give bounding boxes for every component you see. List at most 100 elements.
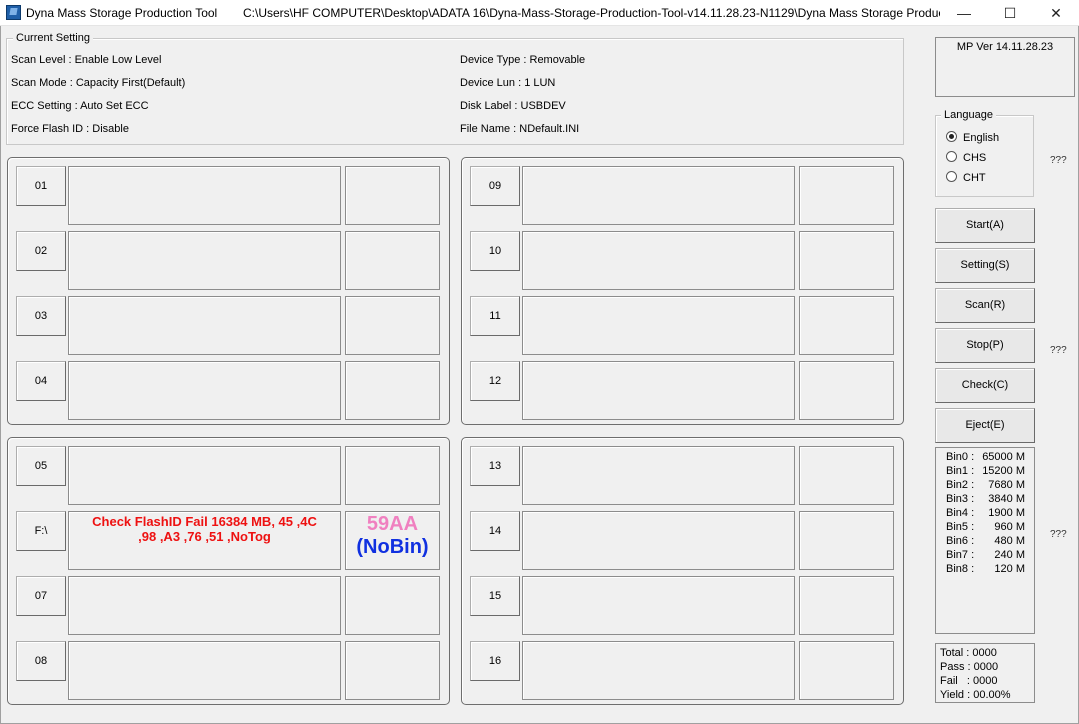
bin3-value: 3840 M bbox=[988, 493, 1025, 505]
slot-04-button[interactable]: 04 bbox=[16, 361, 66, 401]
slot-10-info bbox=[799, 231, 894, 290]
slot-05-info bbox=[345, 446, 440, 505]
slot-10-status bbox=[522, 231, 795, 290]
radio-icon[interactable] bbox=[946, 151, 957, 162]
lang-chs-label: CHS bbox=[963, 152, 987, 164]
slot-02-status bbox=[68, 231, 341, 290]
unknown-label-2: ??? bbox=[1050, 345, 1067, 356]
slot-03-info bbox=[345, 296, 440, 355]
bin3-label: Bin3 : bbox=[946, 493, 975, 505]
slot-14-status bbox=[522, 511, 795, 570]
slot-15-button[interactable]: 15 bbox=[470, 576, 520, 616]
bin0-label: Bin0 : bbox=[946, 451, 975, 463]
stop-button[interactable]: Stop(P) bbox=[935, 328, 1035, 363]
scan-level: Scan Level : Enable Low Level bbox=[11, 54, 162, 66]
lang-cht-label: CHT bbox=[963, 172, 986, 184]
force-flash-id: Force Flash ID : Disable bbox=[11, 123, 129, 135]
slot-06-error-text: Check FlashID Fail 16384 MB, 45 ,4C ,98 … bbox=[69, 512, 340, 544]
slot-16-button[interactable]: 16 bbox=[470, 641, 520, 681]
slot-09-button[interactable]: 09 bbox=[470, 166, 520, 206]
bin8-label: Bin8 : bbox=[946, 563, 975, 575]
slot-10-button[interactable]: 10 bbox=[470, 231, 520, 271]
stats-box: Total : 0000 Pass : 0000 Fail : 0000 Yie… bbox=[935, 643, 1035, 703]
app-icon bbox=[6, 5, 21, 20]
current-setting-title: Current Setting bbox=[13, 32, 93, 44]
slot-01-info bbox=[345, 166, 440, 225]
slot-16-status bbox=[522, 641, 795, 700]
check-button[interactable]: Check(C) bbox=[935, 368, 1035, 403]
stat-total: Total : 0000 bbox=[940, 647, 997, 659]
scan-button[interactable]: Scan(R) bbox=[935, 288, 1035, 323]
slot-14-info bbox=[799, 511, 894, 570]
slot-12-info bbox=[799, 361, 894, 420]
slot-08-button[interactable]: 08 bbox=[16, 641, 66, 681]
maximize-button[interactable]: ☐ bbox=[987, 0, 1033, 26]
slot-15-status bbox=[522, 576, 795, 635]
slot-03-status bbox=[68, 296, 341, 355]
disk-label: Disk Label : USBDEV bbox=[460, 100, 566, 112]
lang-chs-option[interactable]: CHS bbox=[946, 151, 986, 164]
lang-cht-option[interactable]: CHT bbox=[946, 171, 986, 184]
radio-selected-icon[interactable] bbox=[946, 131, 957, 142]
bin4-value: 1900 M bbox=[988, 507, 1025, 519]
slot-01-button[interactable]: 01 bbox=[16, 166, 66, 206]
slot-08-info bbox=[345, 641, 440, 700]
bin1-label: Bin1 : bbox=[946, 465, 975, 477]
slot-09-info bbox=[799, 166, 894, 225]
slot-13-status bbox=[522, 446, 795, 505]
minimize-button[interactable]: — bbox=[941, 0, 987, 26]
window-title: Dyna Mass Storage Production Tool bbox=[26, 6, 218, 20]
slot-15-info bbox=[799, 576, 894, 635]
slot-06-error-line2: ,98 ,A3 ,76 ,51 ,NoTog bbox=[138, 529, 271, 544]
file-name: File Name : NDefault.INI bbox=[460, 123, 580, 135]
slot-06-bin: (NoBin) bbox=[356, 536, 429, 558]
slot-02-button[interactable]: 02 bbox=[16, 231, 66, 271]
lang-english-label: English bbox=[963, 132, 1000, 144]
bin2-label: Bin2 : bbox=[946, 479, 975, 491]
ecc-setting: ECC Setting : Auto Set ECC bbox=[11, 100, 149, 112]
bin5-label: Bin5 : bbox=[946, 521, 975, 533]
slot-03-button[interactable]: 03 bbox=[16, 296, 66, 336]
version-label: MP Ver 14.11.28.23 bbox=[956, 41, 1054, 53]
bin0-value: 65000 M bbox=[982, 451, 1025, 463]
close-button[interactable]: ✕ bbox=[1033, 0, 1079, 26]
device-type: Device Type : Removable bbox=[460, 54, 586, 66]
setting-button[interactable]: Setting(S) bbox=[935, 248, 1035, 283]
slot-02-info bbox=[345, 231, 440, 290]
bin4-label: Bin4 : bbox=[946, 507, 975, 519]
slot-11-button[interactable]: 11 bbox=[470, 296, 520, 336]
bin7-label: Bin7 : bbox=[946, 549, 975, 561]
slot-16-info bbox=[799, 641, 894, 700]
eject-button[interactable]: Eject(E) bbox=[935, 408, 1035, 443]
slot-06-button[interactable]: F:\ bbox=[16, 511, 66, 551]
bin8-value: 120 M bbox=[994, 563, 1025, 575]
lang-english-option[interactable]: English bbox=[946, 131, 999, 144]
slot-13-info bbox=[799, 446, 894, 505]
start-button[interactable]: Start(A) bbox=[935, 208, 1035, 243]
slot-11-status bbox=[522, 296, 795, 355]
unknown-label-1: ??? bbox=[1050, 155, 1067, 166]
bin6-label: Bin6 : bbox=[946, 535, 975, 547]
slot-06-status: Check FlashID Fail 16384 MB, 45 ,4C ,98 … bbox=[68, 511, 341, 570]
version-box: MP Ver 14.11.28.23 bbox=[935, 37, 1075, 97]
bin6-value: 480 M bbox=[994, 535, 1025, 547]
slot-04-info bbox=[345, 361, 440, 420]
slot-08-status bbox=[68, 641, 341, 700]
scan-mode: Scan Mode : Capacity First(Default) bbox=[11, 77, 186, 89]
stat-yield: Yield : 00.00% bbox=[940, 689, 1011, 701]
slot-13-button[interactable]: 13 bbox=[470, 446, 520, 486]
slot-05-status bbox=[68, 446, 341, 505]
slot-07-button[interactable]: 07 bbox=[16, 576, 66, 616]
slot-07-status bbox=[68, 576, 341, 635]
slot-12-button[interactable]: 12 bbox=[470, 361, 520, 401]
slot-04-status bbox=[68, 361, 341, 420]
device-lun: Device Lun : 1 LUN bbox=[460, 77, 556, 89]
radio-icon[interactable] bbox=[946, 171, 957, 182]
slot-14-button[interactable]: 14 bbox=[470, 511, 520, 551]
slot-05-button[interactable]: 05 bbox=[16, 446, 66, 486]
unknown-label-3: ??? bbox=[1050, 529, 1067, 540]
slot-07-info bbox=[345, 576, 440, 635]
slot-01-status bbox=[68, 166, 341, 225]
slot-06-error-line1: Check FlashID Fail 16384 MB, 45 ,4C bbox=[92, 514, 317, 529]
stat-pass: Pass : 0000 bbox=[940, 661, 999, 673]
